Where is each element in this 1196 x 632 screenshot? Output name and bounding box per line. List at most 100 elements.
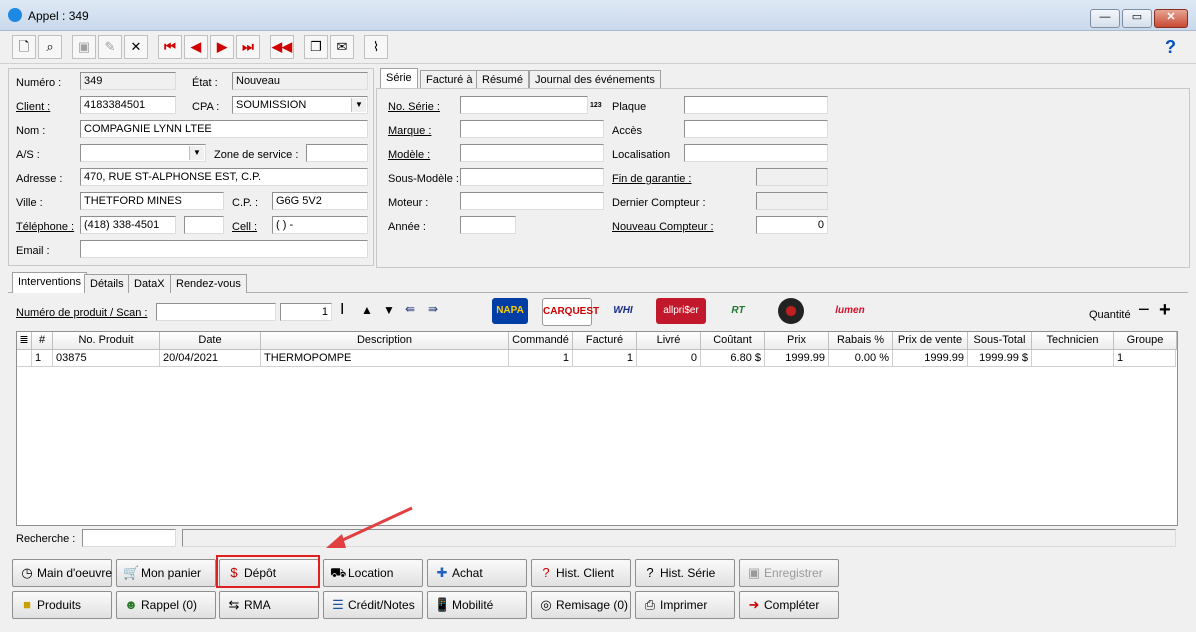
client-field[interactable]: 4183384501: [80, 96, 176, 114]
grid-header[interactable]: Livré: [637, 332, 701, 350]
table-row-selector[interactable]: [17, 350, 32, 367]
hist-serie-button[interactable]: ? Hist. Série: [635, 559, 735, 587]
grid-header[interactable]: Sous-Total: [968, 332, 1032, 350]
plus-icon[interactable]: +: [1159, 300, 1171, 320]
grid-header[interactable]: #: [32, 332, 53, 350]
marque-label[interactable]: Marque :: [388, 125, 431, 137]
telephone-field[interactable]: (418) 338-4501: [80, 216, 176, 234]
tab-resume[interactable]: Résumé: [476, 70, 529, 89]
rma-button[interactable]: ⇆ RMA: [219, 591, 319, 619]
cell-label[interactable]: Cell :: [232, 221, 257, 233]
table-cell[interactable]: 1: [32, 350, 53, 367]
sous-modele-field[interactable]: [460, 168, 604, 186]
napa-logo[interactable]: NAPA: [492, 298, 528, 324]
chevron-down-icon[interactable]: ▼: [351, 98, 366, 112]
marque-field[interactable]: [460, 120, 604, 138]
tab-serie[interactable]: Série: [380, 68, 418, 89]
scan-input[interactable]: [156, 303, 276, 321]
whi-logo[interactable]: WHI: [603, 298, 643, 324]
as-select[interactable]: ▼: [80, 144, 206, 162]
table-cell[interactable]: 1999.99 $: [968, 350, 1032, 367]
chevron-down-icon[interactable]: ▼: [189, 146, 204, 160]
table-cell[interactable]: 03875: [53, 350, 160, 367]
grid-header[interactable]: Facturé: [573, 332, 637, 350]
enregistrer-button[interactable]: ▣ Enregistrer: [739, 559, 839, 587]
previous-record-icon[interactable]: ◀: [184, 35, 208, 59]
cell-field[interactable]: ( ) -: [272, 216, 368, 234]
help-icon[interactable]: ?: [1165, 37, 1176, 58]
tab-facture-a[interactable]: Facturé à: [420, 70, 479, 89]
carquest-logo[interactable]: CARQUEST: [542, 298, 599, 326]
cp-field[interactable]: G6G 5V2: [272, 192, 368, 210]
grid-header-selector[interactable]: ≣: [17, 332, 32, 350]
nouveau-compteur-label[interactable]: Nouveau Compteur :: [612, 221, 714, 233]
tab-interventions[interactable]: Interventions: [12, 272, 87, 293]
telephone-ext-field[interactable]: [184, 216, 224, 234]
tab-rendez-vous[interactable]: Rendez-vous: [170, 274, 247, 293]
table-cell[interactable]: 1999.99: [893, 350, 968, 367]
text-cursor-icon[interactable]: I: [340, 301, 344, 319]
tab-datax[interactable]: DataX: [128, 274, 171, 293]
mobilite-button[interactable]: 📱 Mobilité: [427, 591, 527, 619]
lumen-logo[interactable]: lumen: [826, 298, 874, 324]
telephone-label[interactable]: Téléphone :: [16, 221, 74, 233]
tab-details[interactable]: Détails: [84, 274, 130, 293]
moteur-field[interactable]: [460, 192, 604, 210]
table-cell[interactable]: [1032, 350, 1114, 367]
move-up-icon[interactable]: ▲: [361, 303, 373, 317]
indent-right-icon[interactable]: ⇛: [428, 302, 438, 316]
location-button[interactable]: ⛟ Location: [323, 559, 423, 587]
grid-header[interactable]: Date: [160, 332, 261, 350]
grid-header[interactable]: Rabais %: [829, 332, 893, 350]
scan-qty-input[interactable]: 1: [280, 303, 332, 321]
cpa-select[interactable]: SOUMISSION ▼: [232, 96, 368, 114]
rt-logo[interactable]: RT: [722, 298, 754, 324]
table-cell[interactable]: 1: [573, 350, 637, 367]
nom-field[interactable]: COMPAGNIE LYNN LTEE: [80, 120, 368, 138]
imprimer-button[interactable]: ⎙ Imprimer: [635, 591, 735, 619]
close-window-button[interactable]: ✕: [1154, 9, 1188, 28]
zone-field[interactable]: [306, 144, 368, 162]
grid-header[interactable]: Technicien: [1032, 332, 1114, 350]
no-serie-label[interactable]: No. Série :: [388, 101, 440, 113]
etat-field[interactable]: Nouveau: [232, 72, 368, 90]
table-cell[interactable]: 1: [1114, 350, 1176, 367]
paperclip-icon[interactable]: ⌇: [364, 35, 388, 59]
table-cell[interactable]: 1999.99: [765, 350, 829, 367]
no-serie-field[interactable]: [460, 96, 588, 114]
maximize-button[interactable]: ▭: [1122, 9, 1152, 28]
credit-notes-button[interactable]: ☰ Crédit/Notes: [323, 591, 423, 619]
modele-label[interactable]: Modèle :: [388, 149, 430, 161]
mon-panier-button[interactable]: 🛒 Mon panier: [116, 559, 216, 587]
acces-field[interactable]: [684, 120, 828, 138]
next-record-icon[interactable]: ▶: [210, 35, 234, 59]
minus-icon[interactable]: −: [1138, 300, 1150, 320]
allpriser-logo[interactable]: allpri$er: [656, 298, 706, 324]
grid-header[interactable]: No. Produit: [53, 332, 160, 350]
binoculars-icon[interactable]: ⌕: [38, 35, 62, 59]
minimize-button[interactable]: —: [1090, 9, 1120, 28]
dernier-compteur-field[interactable]: [756, 192, 828, 210]
last-record-icon[interactable]: ⏭: [236, 35, 260, 59]
table-cell[interactable]: 20/04/2021: [160, 350, 261, 367]
ville-field[interactable]: THETFORD MINES: [80, 192, 224, 210]
remisage-button[interactable]: ◎ Remisage (0): [531, 591, 631, 619]
fin-garantie-label[interactable]: Fin de garantie :: [612, 173, 692, 185]
indent-left-icon[interactable]: ⇚: [405, 302, 415, 316]
rewind-icon[interactable]: ◀◀: [270, 35, 294, 59]
achat-button[interactable]: ✚ Achat: [427, 559, 527, 587]
tire-logo[interactable]: [778, 298, 804, 324]
nouveau-compteur-field[interactable]: 0: [756, 216, 828, 234]
hist-client-button[interactable]: ? Hist. Client: [531, 559, 631, 587]
grid-header[interactable]: Description: [261, 332, 509, 350]
numero-field[interactable]: 349: [80, 72, 176, 90]
plaque-field[interactable]: [684, 96, 828, 114]
delete-icon[interactable]: ✕: [124, 35, 148, 59]
produits-button[interactable]: ■ Produits: [12, 591, 112, 619]
client-label[interactable]: Client :: [16, 101, 50, 113]
completer-button[interactable]: ➜ Compléter: [739, 591, 839, 619]
grid-header[interactable]: Prix: [765, 332, 829, 350]
new-document-icon[interactable]: 🗋: [12, 35, 36, 59]
envelope-icon[interactable]: ✉: [330, 35, 354, 59]
adresse-field[interactable]: 470, RUE ST-ALPHONSE EST, C.P.: [80, 168, 368, 186]
